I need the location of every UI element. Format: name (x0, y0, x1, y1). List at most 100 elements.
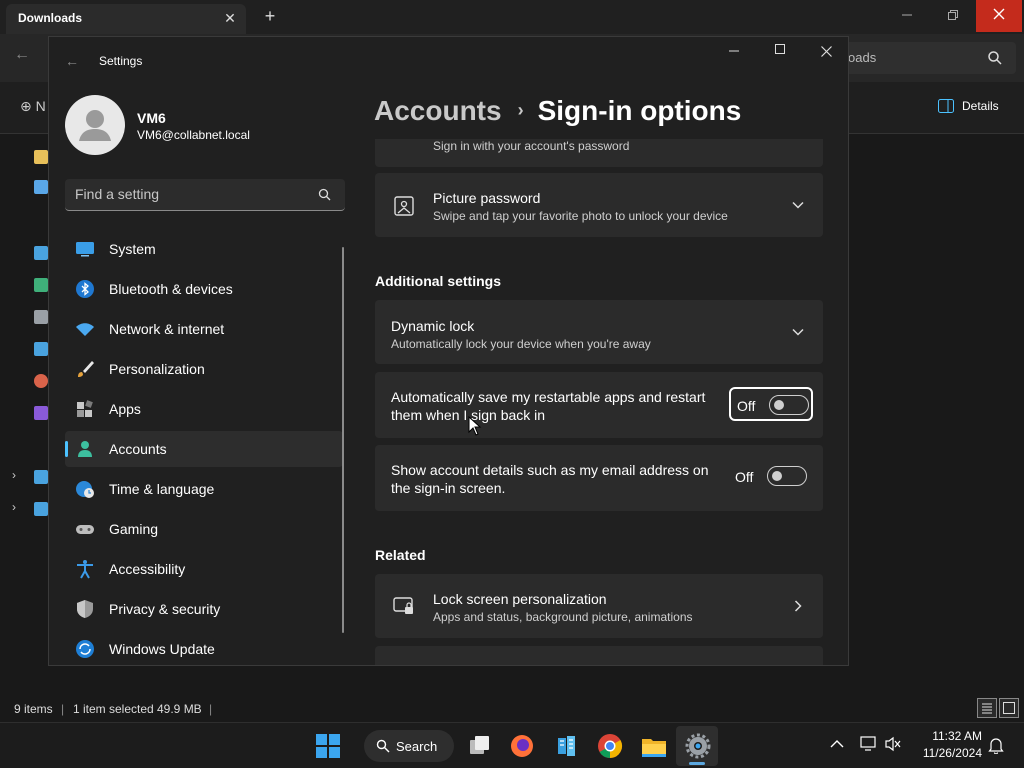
breadcrumb: Accounts › Sign-in options (374, 95, 741, 127)
nav-item-accounts[interactable]: Accounts (65, 431, 343, 467)
explorer-tab-title: Downloads (18, 11, 83, 25)
nav-item-privacy[interactable]: Privacy & security (65, 591, 343, 627)
close-window-button[interactable] (811, 41, 841, 63)
restart-apps-card: Automatically save my restartable apps a… (375, 372, 823, 438)
taskbar-search-button[interactable]: Search (364, 730, 454, 762)
back-arrow-icon[interactable]: ← (14, 46, 30, 64)
person-icon (79, 110, 111, 141)
nav-item-accessibility[interactable]: Accessibility (65, 551, 343, 587)
downloads-icon[interactable] (34, 278, 48, 292)
gallery-icon[interactable] (34, 180, 48, 194)
account-details-toggle-wrap: Off (729, 460, 813, 494)
brush-icon (78, 361, 94, 377)
password-card[interactable]: Sign in with your account's password (375, 139, 823, 167)
explorer-search-text: oads (848, 50, 877, 65)
details-button[interactable]: Details (938, 99, 999, 113)
explorer-nav-pane: › › (0, 134, 48, 694)
chevron-down-icon[interactable] (791, 198, 805, 212)
new-button[interactable]: ⊕ N (20, 98, 46, 115)
chevron-down-icon[interactable] (791, 325, 805, 339)
network-icon[interactable] (34, 502, 48, 516)
nav-item-apps[interactable]: Apps (65, 391, 343, 427)
this-pc-icon[interactable] (34, 470, 48, 484)
maximize-button[interactable] (765, 43, 795, 63)
explorer-tab[interactable]: Downloads ✕ (6, 4, 246, 34)
minimize-icon (902, 14, 912, 16)
expand-chevron-icon[interactable]: › (12, 500, 16, 514)
nav-scrollbar[interactable] (342, 247, 344, 633)
expand-chevron-icon[interactable]: › (12, 468, 16, 482)
selection-size: 49.9 MB (157, 702, 202, 716)
settings-window-title: Settings (99, 54, 143, 68)
find-setting-box[interactable] (65, 179, 345, 211)
close-window-button[interactable] (976, 0, 1022, 32)
lock-screen-sub: Apps and status, background picture, ani… (433, 610, 693, 624)
music-icon[interactable] (34, 374, 48, 388)
back-arrow-icon[interactable]: ← (65, 53, 79, 69)
clock-date[interactable]: 11/26/2024 (912, 746, 982, 760)
desktop-icon[interactable] (34, 246, 48, 260)
network-tray-icon[interactable] (860, 736, 878, 752)
user-name: VM6 (137, 110, 166, 126)
nav-label: Time & language (109, 481, 215, 497)
picture-password-title: Picture password (433, 190, 541, 206)
new-tab-button[interactable]: + (258, 6, 282, 28)
nav-item-windows-update[interactable]: Windows Update (65, 631, 343, 665)
account-details-line1: Show account details such as my email ad… (391, 462, 709, 478)
chrome-icon[interactable] (596, 732, 624, 760)
next-related-card[interactable] (375, 646, 823, 665)
volume-muted-icon[interactable] (884, 736, 902, 752)
nav-item-system[interactable]: System (65, 231, 343, 267)
details-view-button[interactable] (977, 698, 997, 718)
nav-item-network[interactable]: Network & internet (65, 311, 343, 347)
chevron-right-icon[interactable] (791, 599, 805, 613)
account-details-card: Show account details such as my email ad… (375, 445, 823, 511)
settings-window: ← Settings VM6 VM6@collabnet.local Syste… (48, 36, 849, 666)
minimize-button[interactable] (884, 0, 930, 32)
documents-icon[interactable] (34, 310, 48, 324)
app-tiles-icon[interactable] (552, 732, 580, 760)
shield-icon (77, 600, 93, 618)
status-separator: | (61, 702, 65, 716)
home-icon[interactable] (34, 150, 48, 164)
nav-item-personalization[interactable]: Personalization (65, 351, 343, 387)
breadcrumb-parent[interactable]: Accounts (374, 95, 502, 126)
nav-label: Network & internet (109, 321, 225, 337)
find-setting-input[interactable] (75, 186, 305, 202)
task-view-icon[interactable] (466, 732, 494, 760)
taskbar: Search 11:32 AM 11/26/2024 (0, 722, 1024, 768)
selection-count: 1 item selected (73, 702, 154, 716)
nav-item-gaming[interactable]: Gaming (65, 511, 343, 547)
videos-icon[interactable] (34, 406, 48, 420)
close-tab-icon[interactable]: ✕ (220, 8, 240, 28)
nav-item-bluetooth[interactable]: Bluetooth & devices (65, 271, 343, 307)
clock-time[interactable]: 11:32 AM (920, 729, 982, 743)
chevron-up-icon[interactable] (830, 739, 844, 749)
restore-button[interactable] (930, 0, 976, 32)
person-icon (78, 441, 92, 457)
file-explorer-icon[interactable] (640, 732, 668, 760)
close-icon (993, 8, 1005, 20)
windows-start-icon[interactable] (314, 732, 342, 760)
dynamic-lock-card[interactable]: Dynamic lock Automatically lock your dev… (375, 300, 823, 364)
lock-screen-card[interactable]: Lock screen personalization Apps and sta… (375, 574, 823, 638)
gamepad-icon (76, 525, 94, 534)
nav-label: System (109, 241, 156, 257)
settings-gear-icon[interactable] (684, 732, 712, 760)
nav-label: Personalization (109, 361, 205, 377)
pictures-icon[interactable] (34, 342, 48, 356)
tiles-view-button[interactable] (999, 698, 1019, 718)
minimize-button[interactable] (719, 43, 749, 63)
additional-settings-heading: Additional settings (375, 273, 501, 289)
account-details-toggle[interactable] (767, 466, 807, 486)
chevron-right-icon: › (517, 100, 524, 120)
avatar[interactable] (65, 95, 125, 155)
nav-label: Gaming (109, 521, 159, 537)
notification-bell-icon[interactable] (988, 736, 1004, 754)
restore-icon (948, 10, 958, 20)
explorer-search-box[interactable]: oads (836, 42, 1016, 74)
firefox-icon[interactable] (508, 732, 536, 760)
picture-password-card[interactable]: Picture password Swipe and tap your favo… (375, 173, 823, 237)
restart-apps-toggle[interactable] (769, 395, 809, 415)
nav-item-time-language[interactable]: Time & language (65, 471, 343, 507)
